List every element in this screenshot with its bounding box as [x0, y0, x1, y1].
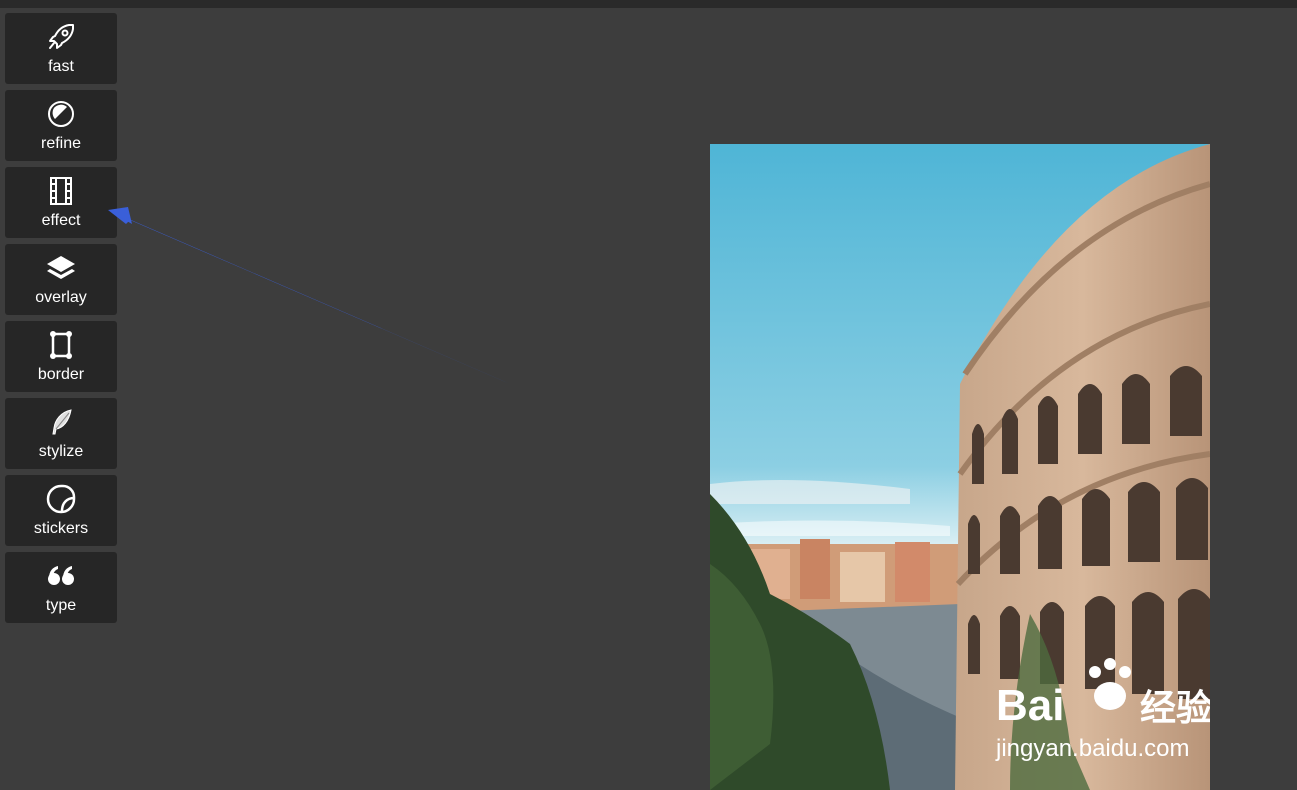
tool-stickers-button[interactable]: stickers — [5, 475, 117, 546]
frame-icon — [45, 329, 77, 361]
tool-label: stickers — [33, 520, 89, 537]
tool-label: border — [37, 366, 85, 383]
colosseum-photo[interactable]: Bai 经验 jingyan.baidu.com — [710, 144, 1210, 790]
tool-fast-button[interactable]: fast — [5, 13, 117, 84]
tool-label: fast — [48, 58, 74, 75]
watermark-brand: Bai — [996, 681, 1064, 730]
tool-label: effect — [41, 212, 81, 229]
photo-image: Bai 经验 jingyan.baidu.com — [710, 144, 1210, 790]
watermark-brand-suffix: 经验 — [1140, 687, 1210, 728]
tool-refine-button[interactable]: refine — [5, 90, 117, 161]
rocket-icon — [45, 21, 77, 53]
tool-stylize-button[interactable]: stylize — [5, 398, 117, 469]
refine-icon — [45, 98, 77, 130]
tool-sidebar: fast refine effect overlay border styliz… — [5, 13, 117, 629]
layers-icon — [45, 252, 77, 284]
tool-border-button[interactable]: border — [5, 321, 117, 392]
tool-type-button[interactable]: type — [5, 552, 117, 623]
tool-label: refine — [40, 135, 82, 152]
film-icon — [45, 175, 77, 207]
watermark-url: jingyan.baidu.com — [995, 735, 1189, 762]
top-bar — [0, 0, 1297, 8]
tool-overlay-button[interactable]: overlay — [5, 244, 117, 315]
tool-label: stylize — [38, 443, 84, 460]
tool-label: type — [45, 597, 77, 614]
feather-icon — [45, 406, 77, 438]
sticker-icon — [45, 483, 77, 515]
tool-effect-button[interactable]: effect — [5, 167, 117, 238]
quote-icon — [45, 560, 77, 592]
tool-label: overlay — [35, 289, 87, 306]
